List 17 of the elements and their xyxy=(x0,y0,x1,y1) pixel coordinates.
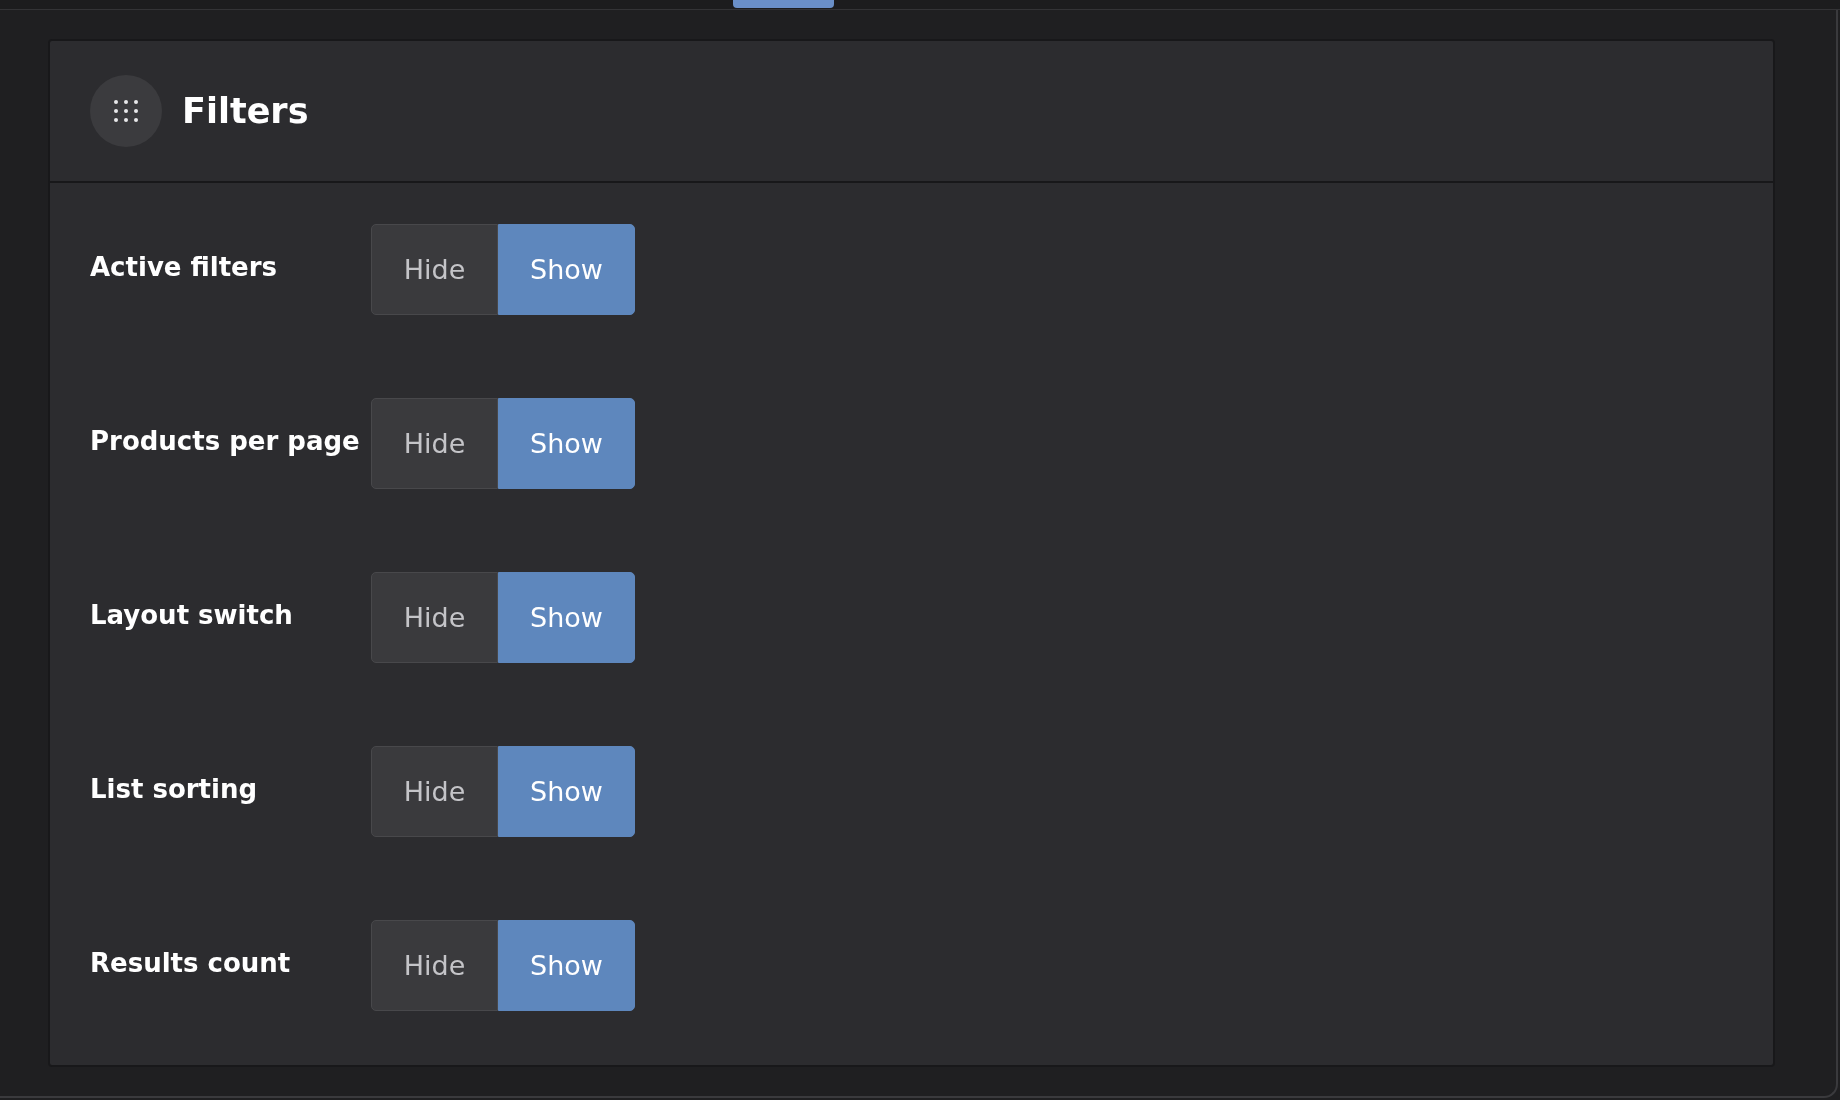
setting-label: Layout switch xyxy=(90,599,294,632)
toggle-option[interactable]: Show xyxy=(498,224,635,315)
toggle-option[interactable]: Show xyxy=(498,746,635,837)
toggle-option[interactable]: Hide xyxy=(371,224,498,315)
toggle-option[interactable]: Show xyxy=(498,572,635,663)
toggle-option[interactable]: Hide xyxy=(371,746,498,837)
toggle-option[interactable]: Show xyxy=(498,920,635,1011)
grid-icon xyxy=(113,99,139,123)
setting-label: Results count xyxy=(90,947,292,980)
toggle-option[interactable]: Hide xyxy=(371,920,498,1011)
toggle-option[interactable]: Hide xyxy=(371,398,498,489)
toggle-option[interactable]: Hide xyxy=(371,572,498,663)
setting-label: List sorting xyxy=(90,773,259,806)
setting-label: Active filters xyxy=(90,251,279,284)
setting-label: Products per page xyxy=(90,425,361,458)
toggle-option[interactable]: Show xyxy=(498,398,635,489)
panel-title: Filters xyxy=(182,91,309,131)
